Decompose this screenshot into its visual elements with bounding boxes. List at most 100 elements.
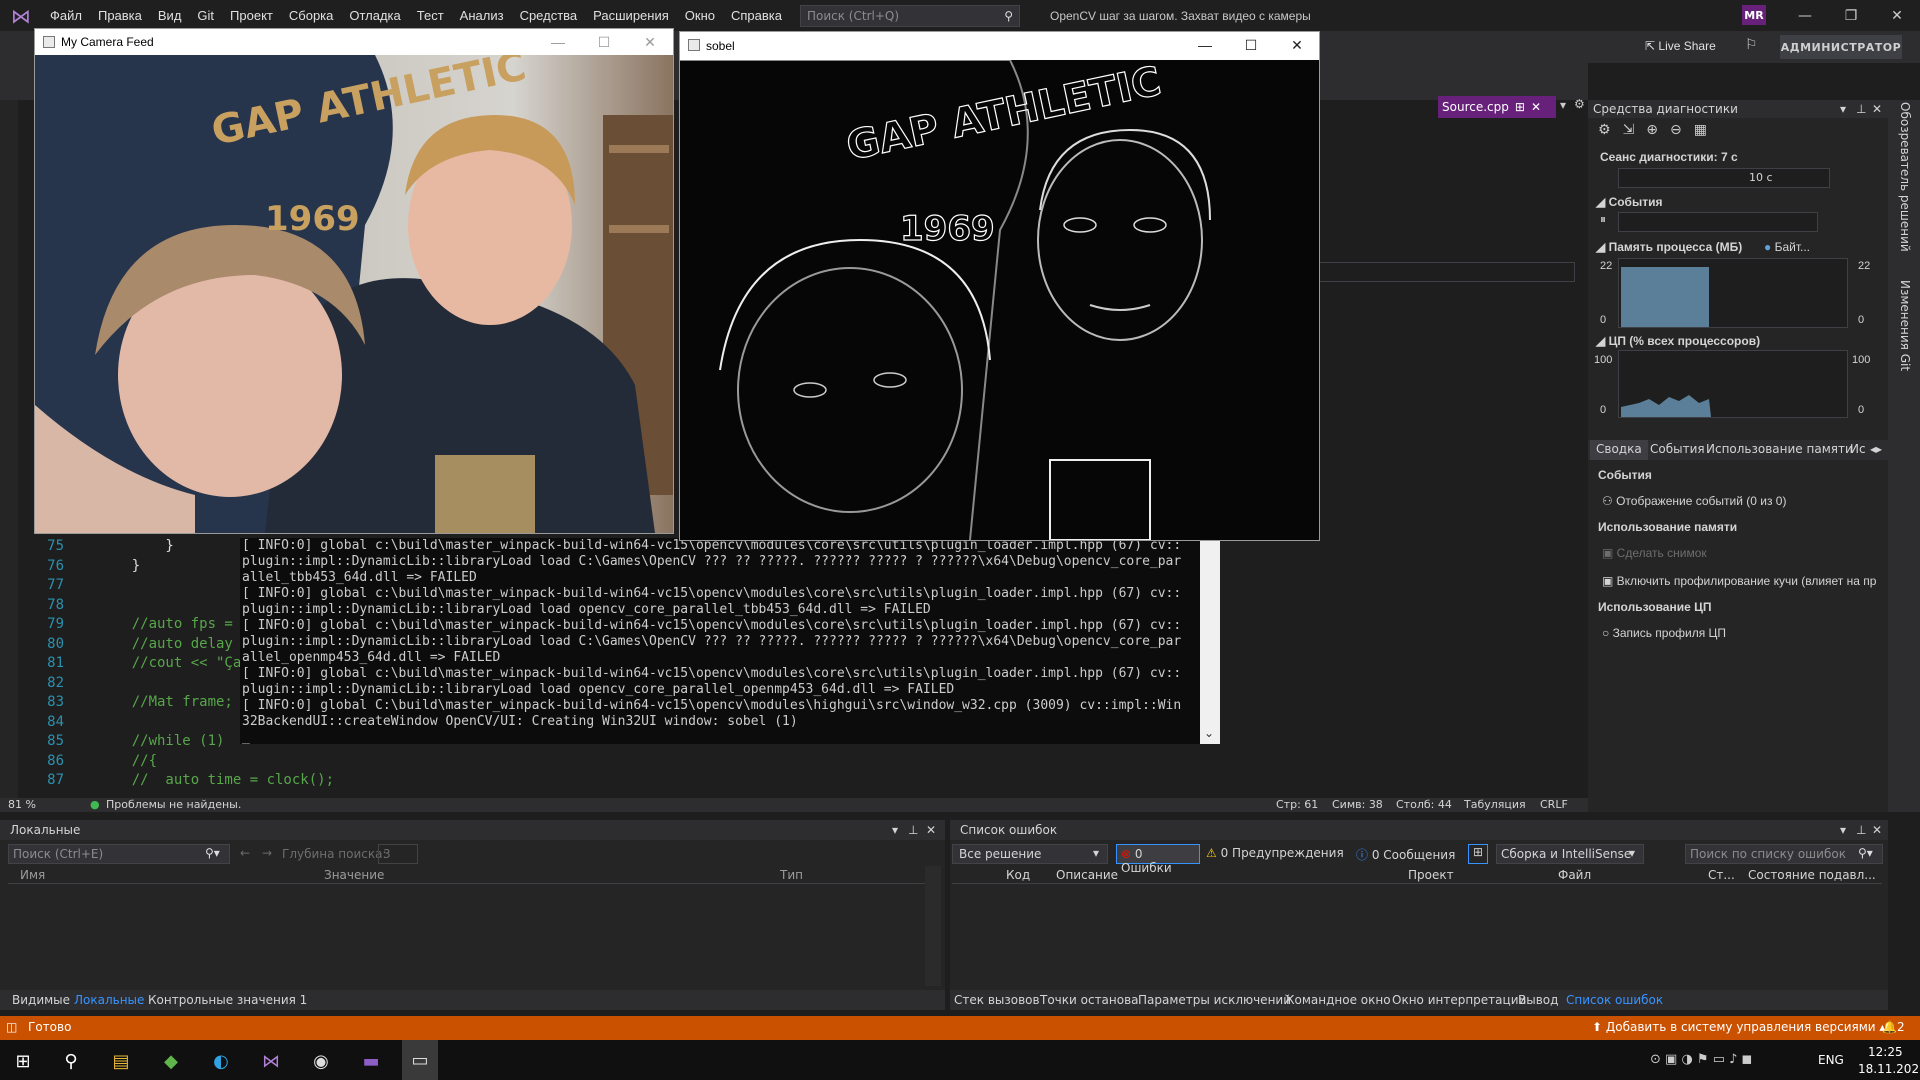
minimize-button[interactable]: — [535,29,581,55]
zoom-in-icon[interactable]: ⊕ [1646,122,1658,138]
code-line[interactable]: } [98,558,140,574]
scroll-down-arrow-icon[interactable]: ⌄ [1204,726,1214,740]
tab-source-cpp[interactable]: Source.cpp ⊞ ✕ [1438,96,1556,118]
export-icon[interactable]: ⇲ [1623,122,1635,138]
camera-feed-window[interactable]: My Camera Feed — ☐ ✕ GAP ATHLETIC 1969 [34,28,674,534]
close-button[interactable]: ✕ [627,29,673,55]
visual-studio-icon[interactable]: ⋈ [258,1048,284,1074]
pin-icon[interactable]: ⊥ [1856,820,1866,840]
memory-section-header[interactable]: ◢ Память процесса (МБ) [1596,240,1742,254]
sobel-window[interactable]: sobel — ☐ ✕ GAP ATHLETIC 1969 [679,31,1320,541]
search-icon[interactable]: ⚲ [58,1048,84,1074]
column-value[interactable]: Значение [324,868,384,882]
search-icon[interactable]: ⚲ [1004,9,1013,23]
filter-toggle-icon[interactable]: ⊞ [1468,844,1488,864]
menu-item-5[interactable]: Сборка [281,0,342,31]
add-to-source-control-button[interactable]: ⬆ Добавить в систему управления версиями… [1592,1020,1885,1034]
dropdown-icon[interactable]: ▾ [1840,100,1846,118]
windows-start-icon[interactable]: ⊞ [10,1048,36,1074]
column-line[interactable]: Ст... [1708,868,1735,882]
tab-cpu-usage[interactable]: Ис [1850,442,1866,456]
problems-status[interactable]: Проблемы не найдены. [106,798,241,811]
edge-browser-icon[interactable]: ◐ [208,1048,234,1074]
code-line[interactable]: } [98,538,173,554]
active-window-icon[interactable]: ▭ [402,1040,438,1080]
error-list-title-bar[interactable]: Список ошибок ▾ ⊥ ✕ [950,820,1888,840]
menu-item-1[interactable]: Правка [90,0,150,31]
locals-title-bar[interactable]: Локальные ▾ ⊥ ✕ [0,820,945,840]
menu-item-7[interactable]: Тест [409,0,452,31]
zoom-level[interactable]: 81 % [8,798,36,811]
eol-indicator[interactable]: CRLF [1540,798,1568,811]
tab-call-stack[interactable]: Стек вызовов [954,993,1040,1007]
close-icon[interactable]: ✕ [1872,820,1882,840]
close-icon[interactable]: ✕ [926,820,936,840]
tab-dropdown-icon[interactable]: ▾ [1560,98,1566,112]
code-line[interactable]: // auto time = clock(); [98,772,334,788]
back-arrow-icon[interactable]: ← [240,846,250,860]
warnings-filter-button[interactable]: ⚠ 0 Предупреждения [1206,846,1344,860]
maximize-button[interactable]: ☐ [581,29,627,55]
clock-date[interactable]: 18.11.2021 [1858,1062,1920,1076]
menu-item-0[interactable]: Файл [42,0,90,31]
indent-indicator[interactable]: Табуляция [1464,798,1526,811]
menu-item-8[interactable]: Анализ [452,0,512,31]
app-icon[interactable]: ◆ [158,1048,184,1074]
tab-exception-settings[interactable]: Параметры исключений [1138,993,1291,1007]
tab-memory-usage[interactable]: Использование памяти [1706,442,1853,456]
minimize-button[interactable]: — [1182,32,1228,58]
column-code[interactable]: Код [1006,868,1030,882]
console-scrollbar[interactable]: ⌄ [1200,538,1220,744]
close-button[interactable]: ✕ [1274,32,1320,58]
sobel-window-titlebar[interactable]: sobel — ☐ ✕ [680,32,1319,60]
menu-item-3[interactable]: Git [189,0,222,31]
solution-explorer-tab[interactable]: Обозреватель решений [1898,102,1912,252]
menu-item-12[interactable]: Справка [723,0,790,31]
tab-events[interactable]: События [1650,442,1705,456]
menu-item-2[interactable]: Вид [150,0,190,31]
diagnostics-header[interactable]: Средства диагностики ▾ ⊥ ✕ [1588,100,1888,118]
tab-scroll-icon[interactable]: ◂▸ [1870,442,1882,456]
errors-filter-button[interactable]: ⊗ 0 Ошибки [1116,844,1200,875]
locals-scrollbar[interactable] [925,866,941,986]
tab-autos[interactable]: Видимые [12,993,70,1007]
feedback-icon[interactable]: ⚐ [1745,37,1758,53]
live-share-button[interactable]: ⇱ Live Share [1645,39,1716,53]
menu-item-4[interactable]: Проект [222,0,281,31]
tab-output[interactable]: Вывод [1518,993,1558,1007]
close-icon[interactable]: ✕ [1872,100,1882,118]
pause-icon[interactable]: ⏸ [1600,212,1606,227]
heap-profiling-toggle[interactable]: ▣ Включить профилирование кучи (влияет н… [1602,574,1876,588]
pin-icon[interactable]: ⊞ [1515,100,1525,114]
code-line[interactable]: //auto delay [98,636,233,652]
build-filter-select[interactable]: Сборка и IntelliSense ▾ [1496,844,1644,864]
code-line[interactable]: //Mat frame; [98,694,233,710]
events-section-header[interactable]: ◢ События [1596,195,1662,209]
tab-immediate-window[interactable]: Окно интерпретации [1392,993,1526,1007]
take-snapshot-button[interactable]: ▣ Сделать снимок [1602,546,1707,560]
clock-time[interactable]: 12:25 [1868,1045,1903,1059]
record-cpu-profile-button[interactable]: ○ Запись профиля ЦП [1602,626,1726,640]
cpu-section-header[interactable]: ◢ ЦП (% всех процессоров) [1596,334,1760,348]
column-description[interactable]: Описание [1056,868,1118,882]
menu-item-11[interactable]: Окно [677,0,723,31]
close-button[interactable]: ✕ [1874,0,1920,31]
tab-command-window[interactable]: Командное окно [1286,993,1391,1007]
notifications-bell-icon[interactable]: 🔔2 [1882,1020,1905,1034]
code-line[interactable]: //auto fps = [98,616,233,632]
terminal-app-icon[interactable]: ▬ [358,1048,384,1074]
show-events-link[interactable]: ⚇ Отображение событий (0 из 0) [1602,494,1786,508]
scope-select[interactable]: Все решение ▾ [952,844,1108,864]
menu-item-6[interactable]: Отладка [341,0,408,31]
search-icon[interactable]: ⚲▾ [205,846,220,860]
close-tab-icon[interactable]: ✕ [1531,100,1541,114]
zoom-out-icon[interactable]: ⊖ [1670,122,1682,138]
column-file[interactable]: Файл [1558,868,1591,882]
column-name[interactable]: Имя [20,868,45,882]
depth-select[interactable]: 3 [378,844,418,864]
visual-studio-logo-icon[interactable]: ⋈ [0,0,42,31]
maximize-button[interactable]: ☐ [1228,32,1274,58]
settings-icon[interactable]: ⚙ [1598,122,1611,138]
timeline-ruler[interactable]: 10 с [1618,168,1830,188]
tab-breakpoints[interactable]: Точки останова [1040,993,1139,1007]
